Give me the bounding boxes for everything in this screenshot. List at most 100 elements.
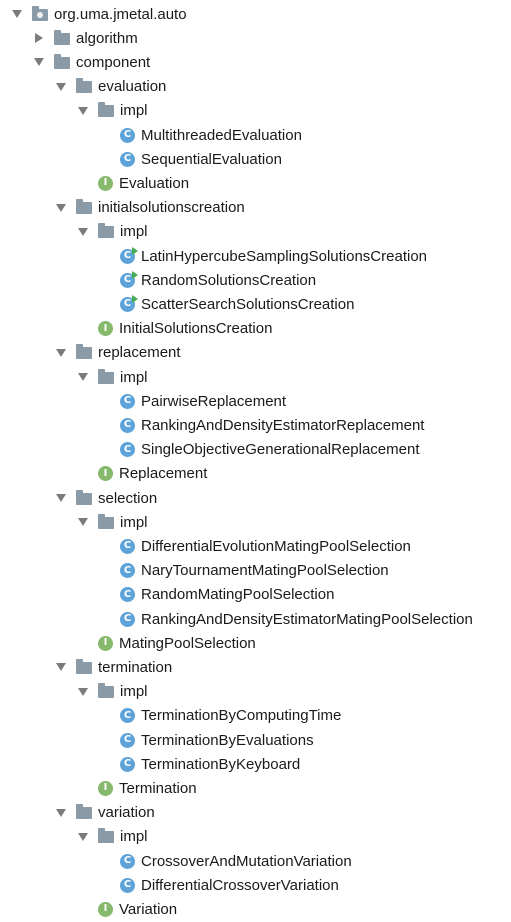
folder-icon: [54, 29, 70, 45]
tree-node-label: Evaluation: [119, 174, 190, 192]
class-icon: C: [120, 732, 135, 748]
tree-node[interactable]: C TerminationByComputingTime: [98, 704, 341, 728]
tree-node[interactable]: variation: [54, 801, 155, 825]
chevron-down-icon[interactable]: [76, 370, 90, 384]
chevron-down-icon[interactable]: [76, 104, 90, 118]
chevron-down-icon[interactable]: [76, 225, 90, 239]
runnable-class-icon: C: [120, 270, 138, 288]
tree-node-label: impl: [120, 223, 148, 241]
folder-icon: [98, 828, 114, 844]
interface-icon: I: [98, 321, 113, 337]
tree-node[interactable]: C DifferentialCrossoverVariation: [98, 873, 339, 897]
interface-icon: I: [98, 901, 113, 917]
tree-node-label: evaluation: [98, 78, 167, 96]
tree-node[interactable]: I InitialSolutionsCreation: [76, 317, 272, 341]
folder-icon: [76, 658, 92, 674]
tree-node-label: Replacement: [119, 465, 208, 483]
folder-icon: [98, 223, 114, 239]
interface-icon: I: [98, 780, 113, 796]
tree-node[interactable]: impl: [76, 99, 148, 123]
chevron-down-icon[interactable]: [54, 346, 68, 360]
chevron-down-icon[interactable]: [76, 830, 90, 844]
tree-node[interactable]: component: [32, 50, 150, 74]
interface-icon: I: [98, 175, 113, 191]
tree-node[interactable]: C LatinHypercubeSamplingSolutionsCreation: [98, 244, 427, 268]
tree-node[interactable]: termination: [54, 655, 172, 679]
tree-node-label: ScatterSearchSolutionsCreation: [141, 295, 355, 313]
tree-node-label: Variation: [119, 900, 178, 918]
folder-icon: [54, 53, 70, 69]
folder-icon: [98, 683, 114, 699]
chevron-down-icon[interactable]: [54, 201, 68, 215]
tree-node[interactable]: I MatingPoolSelection: [76, 631, 256, 655]
tree-node[interactable]: C NaryTournamentMatingPoolSelection: [98, 559, 389, 583]
tree-node[interactable]: org.uma.jmetal.auto: [10, 2, 187, 26]
tree-node-label: DifferentialEvolutionMatingPoolSelection: [141, 537, 411, 555]
tree-node[interactable]: C TerminationByEvaluations: [98, 728, 314, 752]
tree-node[interactable]: impl: [76, 510, 148, 534]
tree-node[interactable]: I Replacement: [76, 462, 207, 486]
tree-node[interactable]: I Termination: [76, 776, 197, 800]
tree-node[interactable]: impl: [76, 365, 148, 389]
runnable-class-icon: C: [120, 294, 138, 312]
class-icon: C: [120, 877, 135, 893]
chevron-down-icon[interactable]: [54, 491, 68, 505]
chevron-down-icon[interactable]: [76, 685, 90, 699]
tree-node-label: impl: [120, 368, 148, 386]
tree-node-label: RankingAndDensityEstimatorReplacement: [141, 416, 425, 434]
class-icon: C: [120, 393, 135, 409]
tree-node-label: impl: [120, 513, 148, 531]
tree-node[interactable]: C SingleObjectiveGenerationalReplacement: [98, 438, 420, 462]
folder-icon: [76, 344, 92, 360]
tree-node[interactable]: initialsolutionscreation: [54, 196, 245, 220]
tree-node-label: TerminationByKeyboard: [141, 755, 301, 773]
tree-node[interactable]: impl: [76, 220, 148, 244]
tree-node-label: InitialSolutionsCreation: [119, 320, 273, 338]
chevron-down-icon[interactable]: [76, 515, 90, 529]
folder-icon: [98, 368, 114, 384]
tree-node-label: Termination: [119, 779, 197, 797]
chevron-down-icon[interactable]: [54, 80, 68, 94]
chevron-down-icon[interactable]: [54, 806, 68, 820]
folder-icon: [76, 199, 92, 215]
class-icon: C: [120, 563, 135, 579]
tree-node-label: DifferentialCrossoverVariation: [141, 876, 339, 894]
tree-node[interactable]: I Evaluation: [76, 171, 189, 195]
tree-node-label: MatingPoolSelection: [119, 634, 256, 652]
tree-node[interactable]: C PairwiseReplacement: [98, 389, 286, 413]
tree-node[interactable]: C MultithreadedEvaluation: [98, 123, 302, 147]
tree-node[interactable]: C TerminationByKeyboard: [98, 752, 300, 776]
folder-icon: [76, 78, 92, 94]
tree-node-label: RankingAndDensityEstimatorMatingPoolSele…: [141, 610, 473, 628]
tree-node[interactable]: C RandomSolutionsCreation: [98, 268, 316, 292]
tree-node-label: variation: [98, 804, 155, 822]
class-icon: C: [120, 127, 135, 143]
chevron-down-icon[interactable]: [32, 55, 46, 69]
tree-node[interactable]: I Variation: [76, 897, 177, 921]
tree-node[interactable]: C SequentialEvaluation: [98, 147, 282, 171]
tree-node[interactable]: C ScatterSearchSolutionsCreation: [98, 292, 354, 316]
chevron-down-icon[interactable]: [10, 7, 24, 21]
tree-node-label: impl: [120, 683, 148, 701]
run-marker-icon: [132, 270, 138, 279]
tree-node[interactable]: impl: [76, 825, 148, 849]
folder-icon: [76, 804, 92, 820]
tree-node-label: RandomMatingPoolSelection: [141, 586, 335, 604]
tree-node-label: LatinHypercubeSamplingSolutionsCreation: [141, 247, 428, 265]
tree-node[interactable]: replacement: [54, 341, 181, 365]
tree-node[interactable]: C DifferentialEvolutionMatingPoolSelectio…: [98, 534, 411, 558]
tree-node[interactable]: C RankingAndDensityEstimatorReplacement: [98, 413, 424, 437]
tree-node[interactable]: C RandomMatingPoolSelection: [98, 583, 334, 607]
chevron-down-icon[interactable]: [54, 660, 68, 674]
tree-node[interactable]: evaluation: [54, 75, 166, 99]
tree-node[interactable]: impl: [76, 680, 148, 704]
tree-node-label: TerminationByEvaluations: [141, 731, 314, 749]
tree-node-label: algorithm: [76, 29, 138, 47]
tree-node[interactable]: selection: [54, 486, 157, 510]
class-icon: C: [120, 151, 135, 167]
tree-node[interactable]: C RankingAndDensityEstimatorMatingPoolSel…: [98, 607, 473, 631]
chevron-right-icon[interactable]: [32, 31, 46, 45]
tree-node-label: TerminationByComputingTime: [141, 707, 342, 725]
tree-node[interactable]: algorithm: [32, 26, 138, 50]
tree-node[interactable]: C CrossoverAndMutationVariation: [98, 849, 352, 873]
